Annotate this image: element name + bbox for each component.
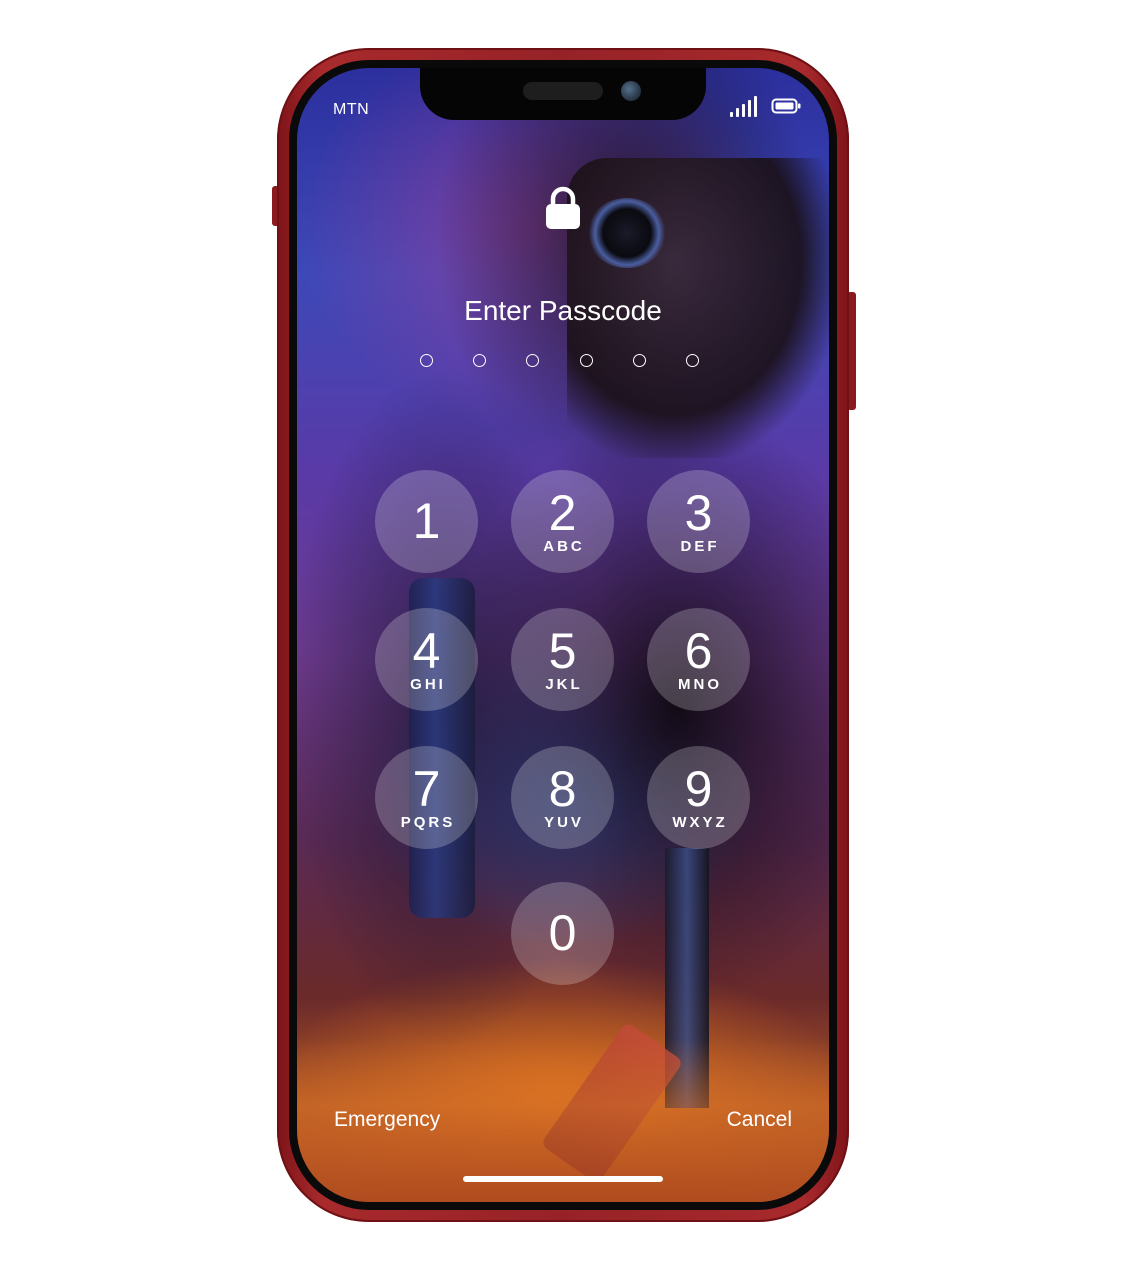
enter-passcode-title: Enter Passcode — [464, 295, 662, 326]
key-letters: YUV — [544, 814, 584, 831]
key-letters: ABC — [543, 538, 585, 555]
keypad-key-8[interactable]: 8 YUV — [511, 746, 614, 849]
cellular-signal-icon — [730, 96, 757, 117]
keypad-key-1[interactable]: 1 — [375, 470, 478, 573]
key-letters: GHI — [410, 676, 446, 693]
key-digit: 2 — [548, 485, 577, 541]
key-digit: 1 — [412, 493, 441, 549]
battery-icon — [771, 98, 801, 114]
keypad-key-0[interactable]: 0 — [511, 882, 614, 985]
keypad-key-3[interactable]: 3 DEF — [647, 470, 750, 573]
keypad-key-9[interactable]: 9 WXYZ — [647, 746, 750, 849]
key-letters: PQRS — [400, 814, 456, 831]
lock-icon — [546, 186, 580, 229]
passcode-dot — [580, 354, 593, 367]
stage: MTN Enter Passcode 1 2 ABC 3 DEF 4 GHI 5… — [0, 0, 1134, 1280]
notch — [420, 68, 706, 120]
keypad-key-7[interactable]: 7 PQRS — [375, 746, 478, 849]
key-letters: DEF — [680, 538, 720, 555]
passcode-dot — [686, 354, 699, 367]
key-digit: 5 — [548, 623, 577, 679]
key-digit: 4 — [412, 623, 441, 679]
key-letters: MNO — [678, 676, 722, 693]
cancel-button[interactable]: Cancel — [727, 1108, 792, 1132]
key-digit: 9 — [684, 761, 713, 817]
keypad-key-4[interactable]: 4 GHI — [375, 608, 478, 711]
carrier-name: MTN — [333, 101, 370, 118]
key-letters: WXYZ — [672, 814, 728, 831]
passcode-dots — [420, 354, 708, 372]
keypad-key-5[interactable]: 5 JKL — [511, 608, 614, 711]
key-letters: JKL — [545, 676, 583, 693]
key-digit: 7 — [412, 761, 441, 817]
key-digit: 3 — [684, 485, 713, 541]
earpiece-speaker — [523, 82, 603, 100]
key-digit: 6 — [684, 623, 713, 679]
key-digit: 0 — [548, 905, 577, 961]
key-digit: 8 — [548, 761, 577, 817]
keypad-key-6[interactable]: 6 MNO — [647, 608, 750, 711]
emergency-button[interactable]: Emergency — [334, 1108, 440, 1132]
home-indicator[interactable] — [463, 1176, 663, 1182]
passcode-dot — [526, 354, 539, 367]
keypad-key-2[interactable]: 2 ABC — [511, 470, 614, 573]
passcode-dot — [473, 354, 486, 367]
passcode-dot — [633, 354, 646, 367]
wallpaper-tripod-leg — [540, 1021, 684, 1185]
front-camera — [621, 81, 641, 101]
lock-screen: MTN Enter Passcode 1 2 ABC 3 DEF 4 GHI 5… — [297, 68, 829, 1202]
wallpaper-stand — [665, 848, 709, 1108]
passcode-dot — [420, 354, 433, 367]
wallpaper-camera-lens — [587, 198, 667, 268]
